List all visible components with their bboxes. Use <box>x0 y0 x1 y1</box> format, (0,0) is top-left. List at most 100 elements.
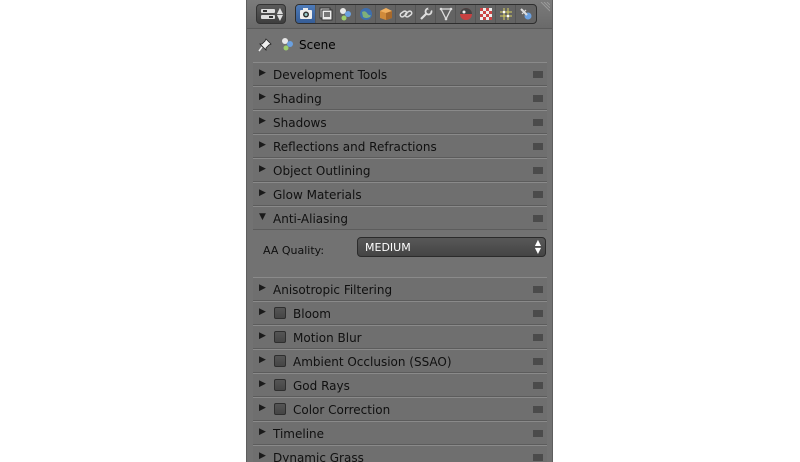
panel-title: God Rays <box>293 379 350 393</box>
disclosure-collapsed-icon[interactable]: ▶ <box>259 140 269 150</box>
panel-header-bloom[interactable]: ▶ Bloom <box>253 301 547 325</box>
panel-title: Object Outlining <box>273 164 371 178</box>
disclosure-collapsed-icon[interactable]: ▶ <box>259 116 269 126</box>
drag-grip-icon[interactable] <box>533 191 543 198</box>
object-icon <box>379 8 392 20</box>
drag-grip-icon[interactable] <box>533 215 543 222</box>
aa-quality-dropdown[interactable]: MEDIUM ▲ ▼ <box>357 237 546 257</box>
scene-icon <box>339 8 351 21</box>
tab-data[interactable] <box>436 5 456 23</box>
render-layers-icon <box>319 7 332 21</box>
disclosure-collapsed-icon[interactable]: ▶ <box>259 283 269 293</box>
disclosure-collapsed-icon[interactable]: ▶ <box>259 68 269 78</box>
panel-list: ▶ Development Tools ▶ Shading ▶ Shadows ▶ Refle… <box>253 62 547 462</box>
modifiers-icon <box>419 7 433 20</box>
tab-world[interactable] <box>356 5 376 23</box>
drag-grip-icon[interactable] <box>533 95 543 102</box>
tab-particles[interactable] <box>496 5 516 23</box>
material-icon <box>459 8 472 20</box>
tab-modifiers[interactable] <box>416 5 436 23</box>
panel-header-anisotropic-filtering[interactable]: ▶ Anisotropic Filtering <box>253 277 547 301</box>
aa-quality-value: MEDIUM <box>365 241 411 254</box>
context-tabs <box>295 4 537 24</box>
disclosure-collapsed-icon[interactable]: ▶ <box>259 188 269 198</box>
panel-header-motion-blur[interactable]: ▶ Motion Blur <box>253 325 547 349</box>
drag-grip-icon[interactable] <box>533 382 543 389</box>
panel-header-shading[interactable]: ▶ Shading <box>253 86 547 110</box>
panel-header-development-tools[interactable]: ▶ Development Tools <box>253 62 547 86</box>
disclosure-collapsed-icon[interactable]: ▶ <box>259 427 269 437</box>
panel-title: Anti-Aliasing <box>273 212 348 226</box>
tab-material[interactable] <box>456 5 476 23</box>
ambient-occlusion-ssao-enable-checkbox[interactable] <box>274 355 286 367</box>
panel-header-dynamic-grass[interactable]: ▶ Dynamic Grass <box>253 445 547 462</box>
disclosure-collapsed-icon[interactable]: ▶ <box>259 451 269 461</box>
panel-title: Anisotropic Filtering <box>273 283 393 297</box>
panel-title: Motion Blur <box>293 331 362 345</box>
panel-title: Shading <box>273 92 322 106</box>
drag-grip-icon[interactable] <box>533 143 543 150</box>
panel-title: Color Correction <box>293 403 391 417</box>
properties-editor-icon <box>261 9 275 19</box>
aa-quality-label: AA Quality: <box>263 244 325 257</box>
panel-title: Reflections and Refractions <box>273 140 437 154</box>
panel-title: Timeline <box>273 427 325 441</box>
panel-header-anti-aliasing[interactable]: ▼ Anti-Aliasing <box>253 206 547 230</box>
drag-grip-icon[interactable] <box>533 358 543 365</box>
panel-header-color-correction[interactable]: ▶ Color Correction <box>253 397 547 421</box>
editor-type-selector[interactable]: ▲ ▼ <box>256 4 286 24</box>
panel-header-ambient-occlusion-ssao[interactable]: ▶ Ambient Occlusion (SSAO) <box>253 349 547 373</box>
drag-grip-icon[interactable] <box>533 286 543 293</box>
constraints-icon <box>399 10 412 18</box>
tab-render[interactable] <box>296 5 316 23</box>
disclosure-collapsed-icon[interactable]: ▶ <box>259 331 269 341</box>
particles-icon <box>499 8 512 20</box>
disclosure-collapsed-icon[interactable]: ▶ <box>259 307 269 317</box>
tab-render-layers[interactable] <box>316 5 336 23</box>
panel-header-shadows[interactable]: ▶ Shadows <box>253 110 547 134</box>
disclosure-collapsed-icon[interactable]: ▶ <box>259 92 269 102</box>
scene-icon <box>282 38 293 51</box>
bloom-enable-checkbox[interactable] <box>274 307 286 319</box>
god-rays-enable-checkbox[interactable] <box>274 379 286 391</box>
panel-header-god-rays[interactable]: ▶ God Rays <box>253 373 547 397</box>
world-icon <box>359 8 372 20</box>
panel-header-reflections-and-refractions[interactable]: ▶ Reflections and Refractions <box>253 134 547 158</box>
context-bar: Scene <box>247 30 552 60</box>
drag-grip-icon[interactable] <box>533 406 543 413</box>
tab-constraints[interactable] <box>396 5 416 23</box>
context-scene-label: Scene <box>299 38 336 52</box>
tab-texture[interactable] <box>476 5 496 23</box>
drag-grip-icon[interactable] <box>533 454 543 461</box>
disclosure-collapsed-icon[interactable]: ▶ <box>259 164 269 174</box>
tab-scene[interactable] <box>336 5 356 23</box>
drag-grip-icon[interactable] <box>533 119 543 126</box>
tab-object[interactable] <box>376 5 396 23</box>
motion-blur-enable-checkbox[interactable] <box>274 331 286 343</box>
panel-title: Shadows <box>273 116 327 130</box>
panel-title: Bloom <box>293 307 331 321</box>
disclosure-collapsed-icon[interactable]: ▶ <box>259 355 269 365</box>
area-corner-grip-icon[interactable] <box>540 2 550 12</box>
physics-icon <box>520 8 532 20</box>
drag-grip-icon[interactable] <box>533 430 543 437</box>
render-icon <box>299 8 312 19</box>
tab-physics[interactable] <box>516 5 536 23</box>
disclosure-collapsed-icon[interactable]: ▶ <box>259 403 269 413</box>
disclosure-expanded-icon[interactable]: ▼ <box>259 212 269 222</box>
pin-icon[interactable] <box>258 38 272 52</box>
panel-header-glow-materials[interactable]: ▶ Glow Materials <box>253 182 547 206</box>
drag-grip-icon[interactable] <box>533 310 543 317</box>
data-icon <box>439 7 452 21</box>
chevron-updown-icon: ▲ ▼ <box>534 238 541 255</box>
panel-header-timeline[interactable]: ▶ Timeline <box>253 421 547 445</box>
color-correction-enable-checkbox[interactable] <box>274 403 286 415</box>
disclosure-collapsed-icon[interactable]: ▶ <box>259 379 269 389</box>
drag-grip-icon[interactable] <box>533 71 543 78</box>
panel-header-object-outlining[interactable]: ▶ Object Outlining <box>253 158 547 182</box>
panel-body-anti-aliasing: AA Quality: MEDIUM ▲ ▼ <box>253 230 547 277</box>
drag-grip-icon[interactable] <box>533 334 543 341</box>
panel-title: Glow Materials <box>273 188 362 202</box>
drag-grip-icon[interactable] <box>533 167 543 174</box>
panel-title: Development Tools <box>273 68 388 82</box>
